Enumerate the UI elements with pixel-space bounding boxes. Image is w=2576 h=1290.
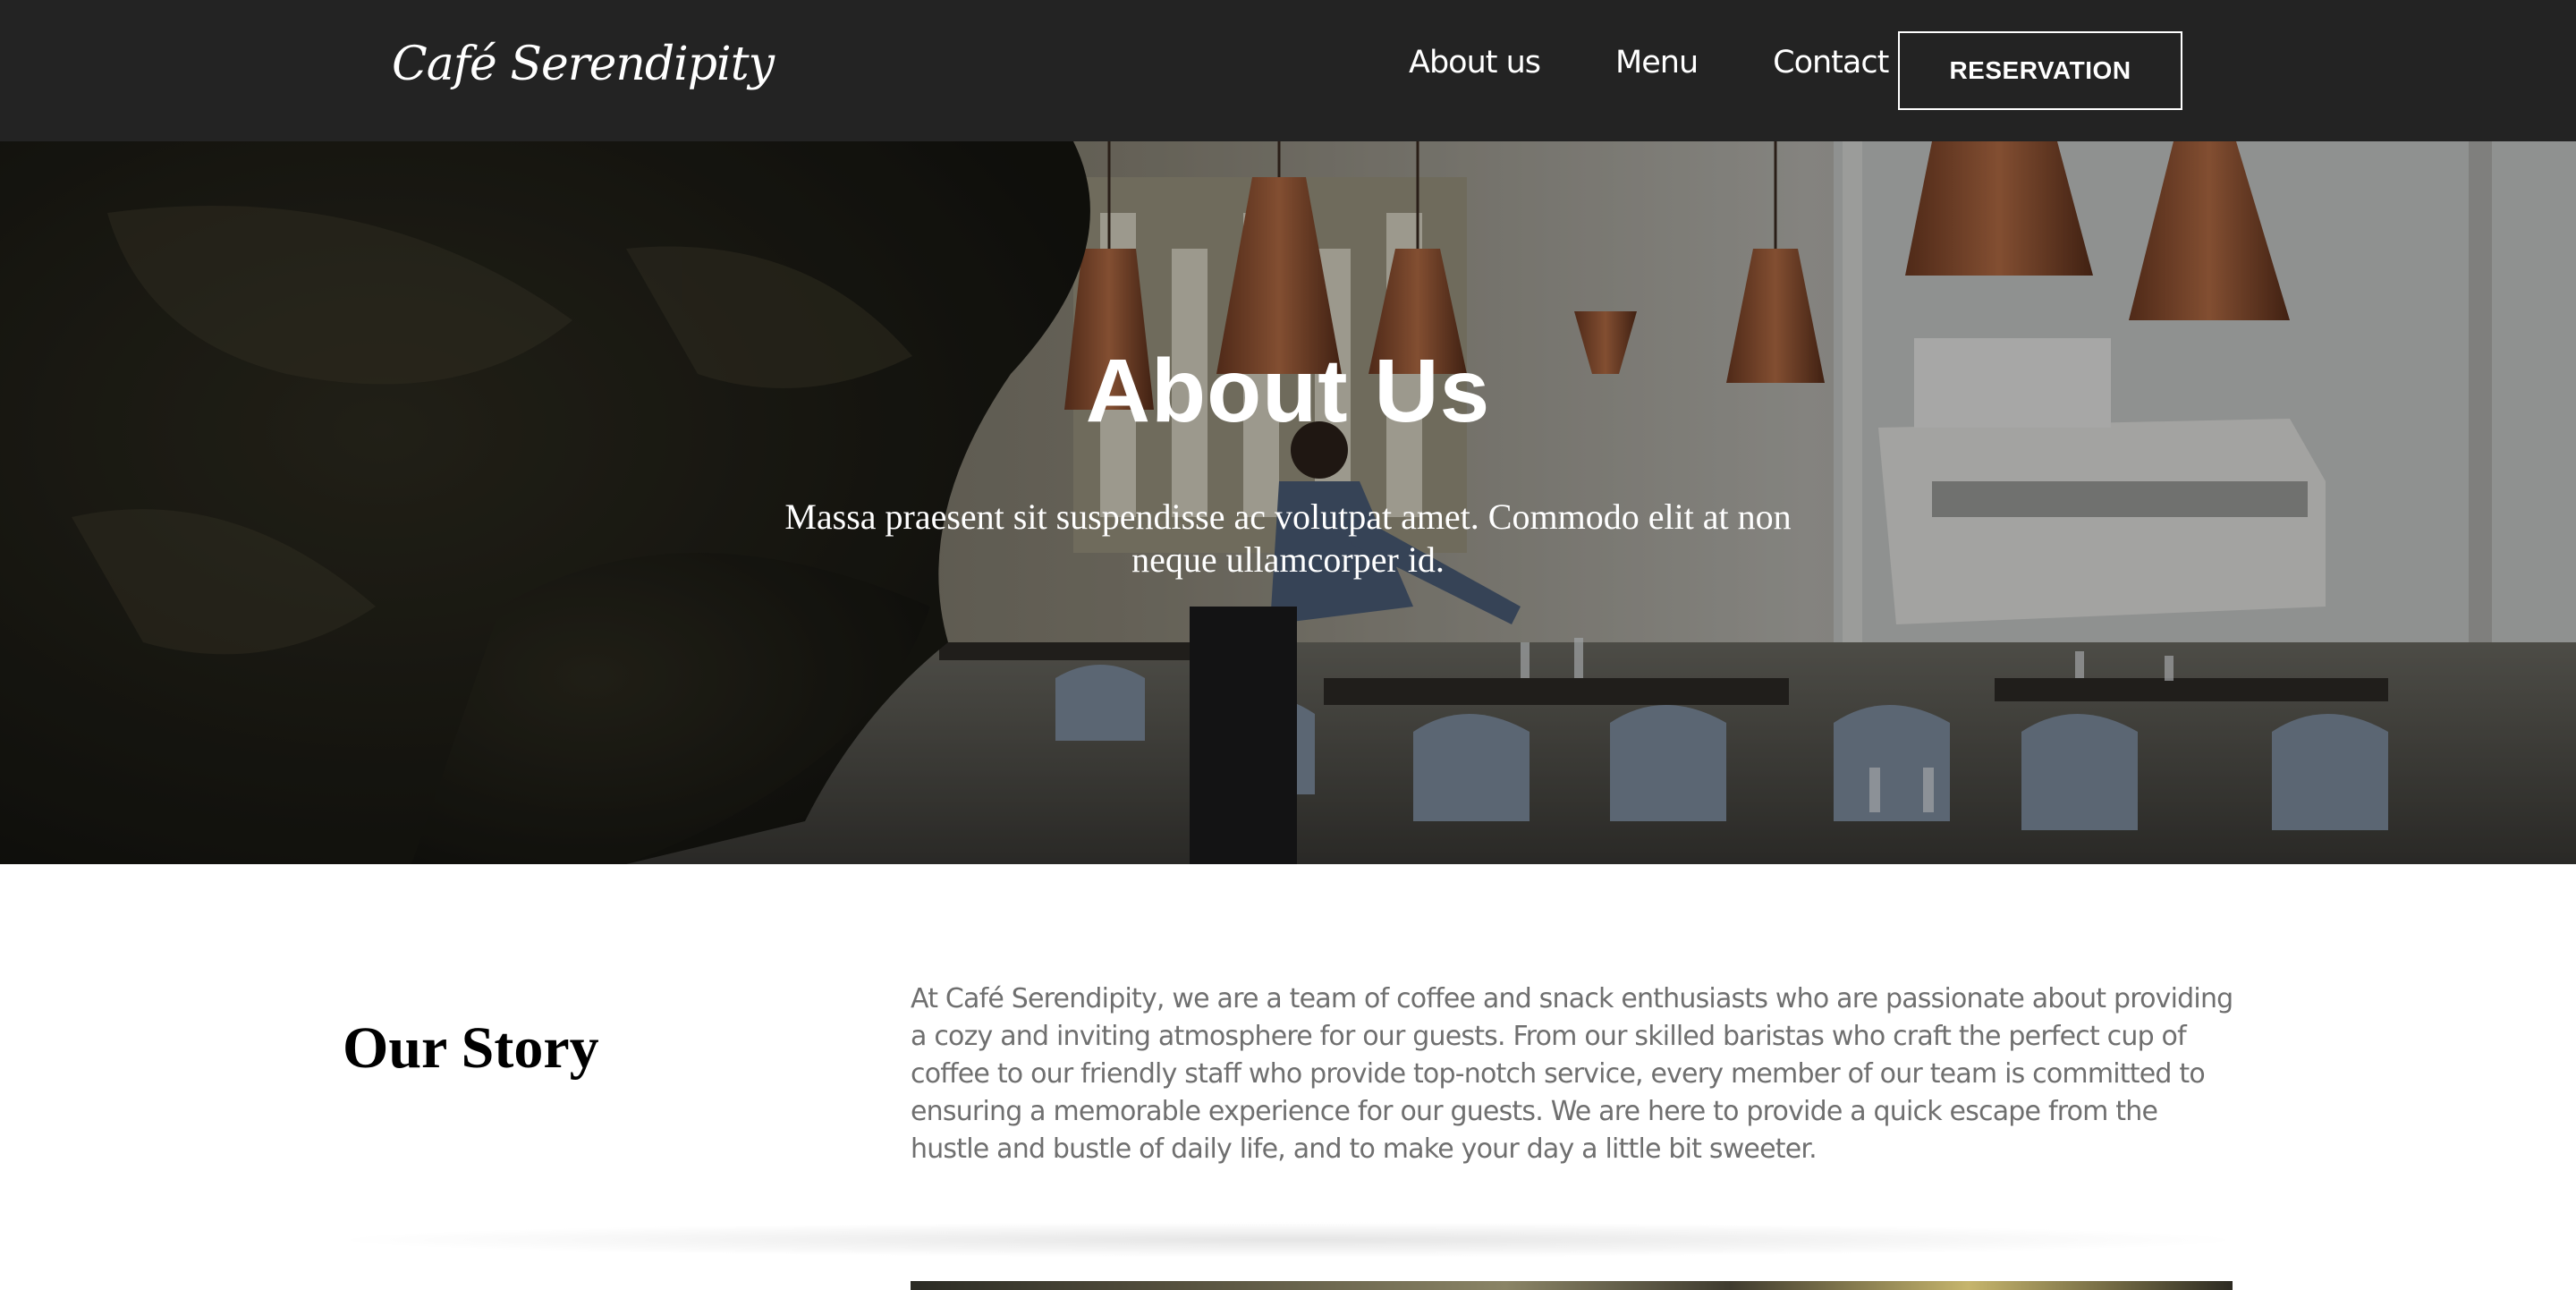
top-navbar: Café Serendipity About us Menu Contact R… (0, 0, 2576, 141)
our-story-heading: Our Story (343, 1015, 599, 1081)
section-shadow (322, 1222, 2254, 1258)
story-image (911, 1281, 2233, 1290)
hero-subtitle: Massa praesent sit suspendisse ac volutp… (784, 496, 1792, 580)
hero-section: About Us Massa praesent sit suspendisse … (0, 141, 2576, 864)
nav-link-about-us[interactable]: About us (1409, 45, 1541, 81)
nav-link-menu[interactable]: Menu (1615, 45, 1699, 81)
brand-logo[interactable]: Café Serendipity (392, 38, 775, 91)
nav-links: About us Menu Contact (1409, 45, 1889, 81)
hero-title: About Us (1085, 341, 1491, 441)
nav-link-contact[interactable]: Contact (1773, 45, 1889, 81)
reservation-button[interactable]: RESERVATION (1898, 31, 2182, 110)
our-story-text: At Café Serendipity, we are a team of co… (911, 983, 2233, 1165)
our-story-section: Our Story At Café Serendipity, we are a … (0, 864, 2576, 1290)
page: Café Serendipity About us Menu Contact R… (0, 0, 2576, 1290)
